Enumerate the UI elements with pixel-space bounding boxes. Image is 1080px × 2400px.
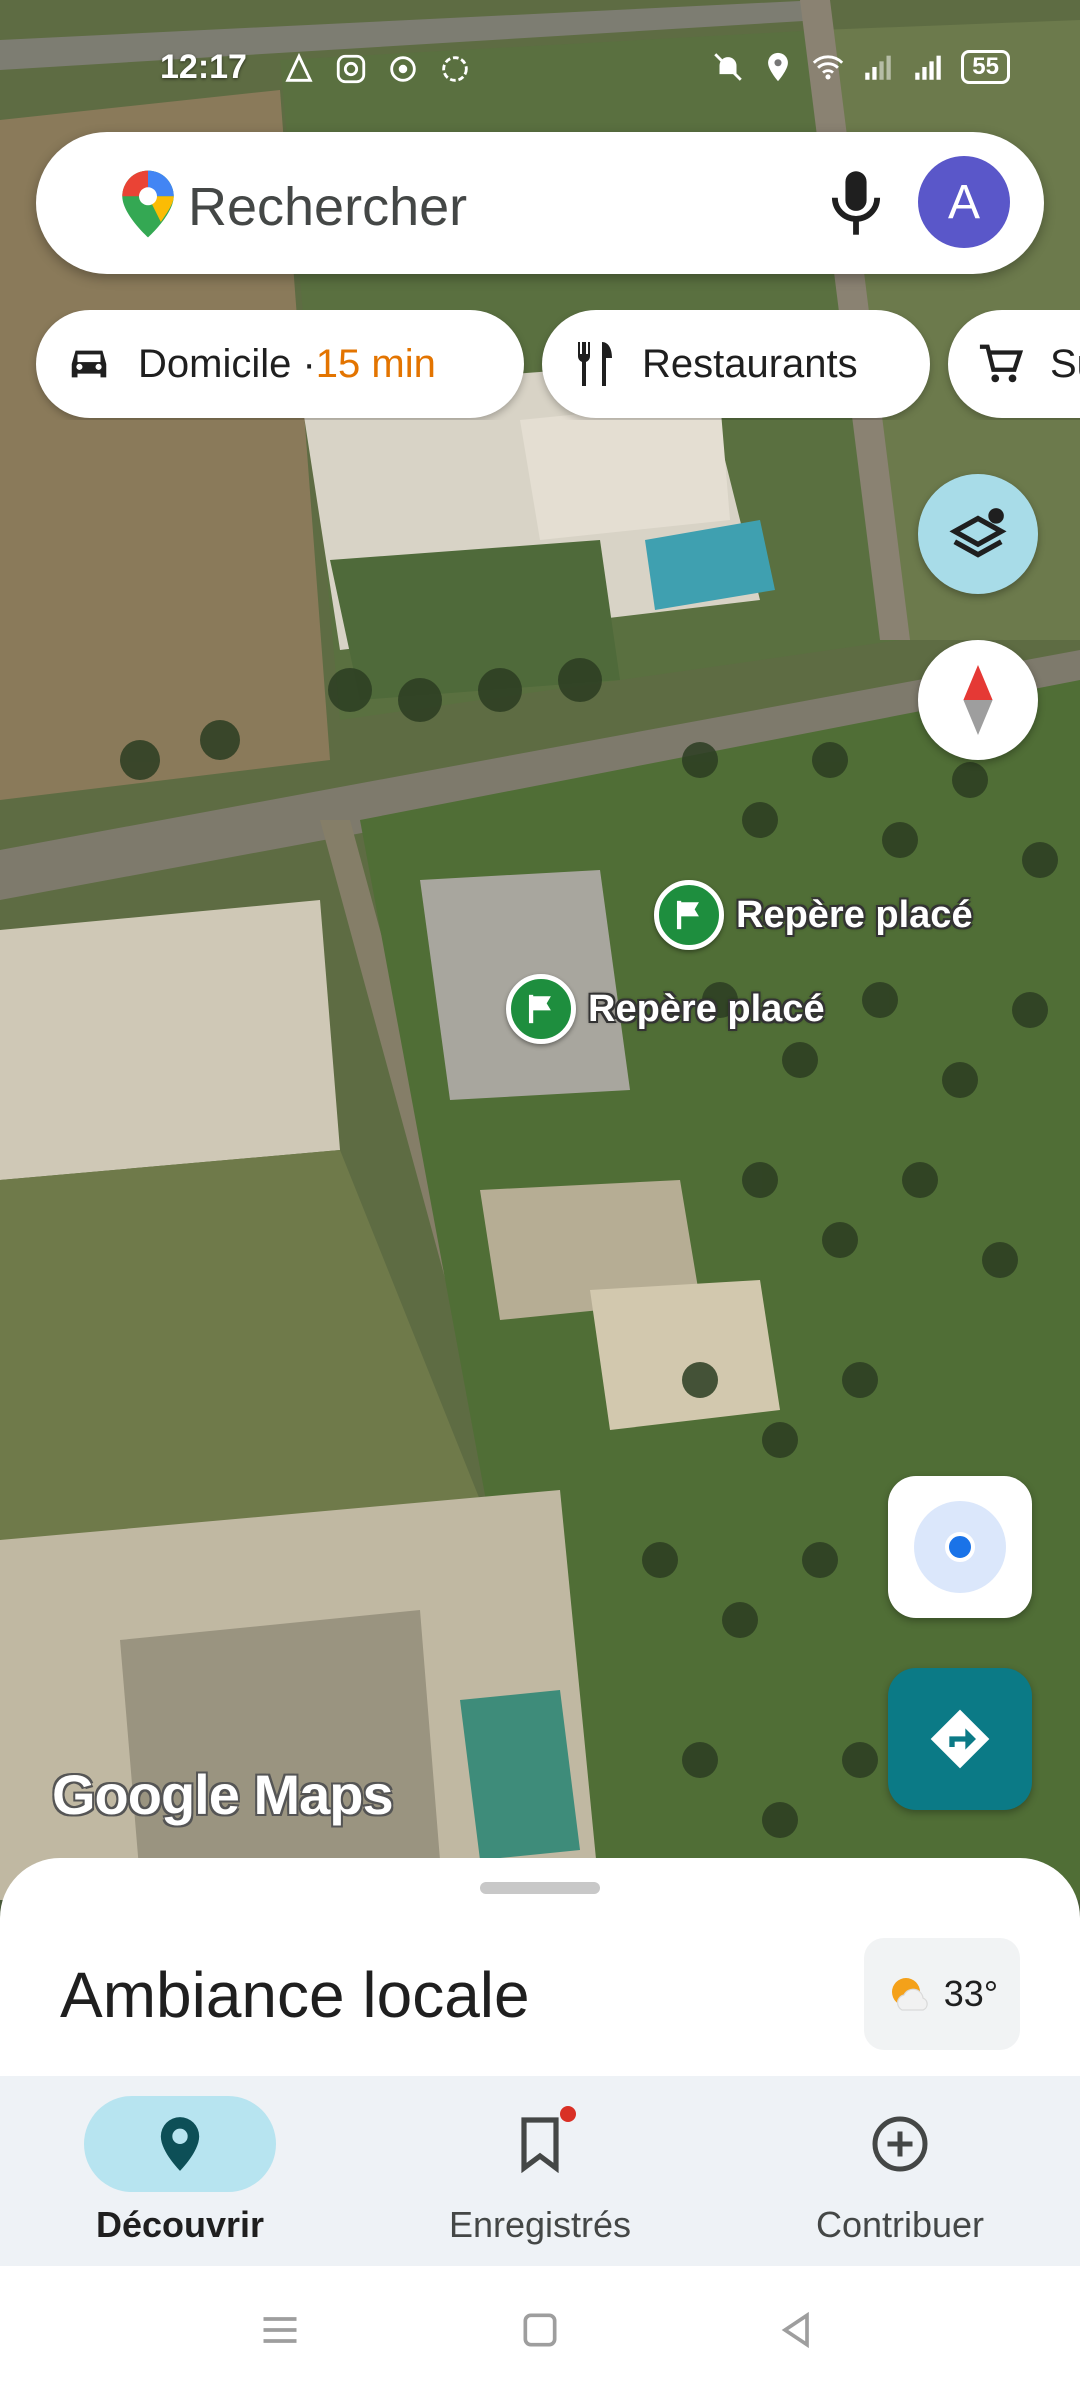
flag-icon [654, 880, 724, 950]
mute-bell-icon [714, 53, 743, 81]
search-bar[interactable]: Rechercher A [36, 132, 1044, 274]
nav-saved-pill [444, 2096, 636, 2192]
microphone-icon[interactable] [824, 166, 888, 240]
home-square-icon[interactable] [518, 2308, 562, 2352]
nav-explore[interactable]: Découvrir [0, 2086, 360, 2266]
explore-pin-icon [160, 2117, 200, 2171]
temperature: 33° [943, 1973, 999, 2014]
recents-menu-icon[interactable] [258, 2308, 302, 2352]
bottom-navigation: Découvrir Enregistrés Contribuer [0, 2076, 1080, 2266]
google-maps-watermark: Google Maps [52, 1763, 394, 1826]
marker-label: Repère placé [736, 893, 973, 936]
system-navigation-bar [0, 2266, 1080, 2400]
bookmark-icon [521, 2117, 559, 2173]
utensils-icon [572, 340, 616, 388]
add-circle-icon [872, 2116, 928, 2172]
quick-chips-row: Domicile · 15 min Restaurants Su [0, 310, 1080, 420]
location-status-icon [768, 52, 789, 82]
chip-home[interactable]: Domicile · 15 min [36, 310, 524, 418]
chip-shopping[interactable]: Su [948, 310, 1080, 418]
nav-contribute-pill [804, 2096, 996, 2192]
my-location-button[interactable] [888, 1476, 1032, 1618]
saved-marker[interactable]: Repère placé [506, 974, 825, 1044]
back-triangle-icon[interactable] [774, 2308, 818, 2352]
location-ring [914, 1501, 1006, 1593]
status-time: 12:17 [160, 48, 247, 86]
saved-marker[interactable]: Repère placé [654, 880, 973, 950]
chip-restaurants[interactable]: Restaurants [542, 310, 930, 418]
partly-cloudy-icon [891, 1978, 928, 2011]
car-icon [66, 344, 112, 384]
directions-icon [930, 1709, 990, 1769]
compass-button[interactable] [918, 640, 1038, 760]
status-bar: 12:17 55 [0, 40, 1080, 100]
nav-explore-pill [84, 2096, 276, 2192]
chatgpt-icon [442, 56, 468, 82]
sheet-drag-handle[interactable] [480, 1882, 600, 1894]
nav-contribute[interactable]: Contribuer [720, 2086, 1080, 2266]
chip-restaurants-label: Restaurants [642, 341, 858, 386]
chip-home-eta: 15 min [315, 341, 436, 386]
bottom-sheet[interactable]: Ambiance locale 33° [0, 1858, 1080, 2078]
weather-chip[interactable]: 33° [864, 1938, 1020, 2050]
layers-button[interactable] [918, 474, 1038, 594]
instagram-icon [336, 54, 366, 84]
location-dot-icon [945, 1532, 975, 1562]
chip-shopping-label: Su [1050, 341, 1080, 386]
search-input[interactable]: Rechercher [188, 176, 467, 238]
sheet-title: Ambiance locale [60, 1959, 530, 2031]
directions-button[interactable] [888, 1668, 1032, 1810]
wifi-icon [813, 55, 844, 80]
signal-icon-1 [865, 55, 892, 80]
notification-app-icon [285, 52, 313, 82]
notification-icons [282, 52, 472, 86]
account-avatar[interactable]: A [918, 156, 1010, 248]
cart-icon [978, 342, 1024, 386]
signal-icon-2 [915, 55, 942, 80]
nav-saved-label: Enregistrés [448, 2204, 632, 2245]
nav-contribute-label: Contribuer [815, 2204, 985, 2245]
google-maps-pin-icon [122, 170, 174, 238]
layers-icon [949, 508, 1007, 558]
system-status-icons: 55 [711, 50, 1010, 84]
nav-saved[interactable]: Enregistrés [360, 2086, 720, 2266]
battery-indicator: 55 [961, 50, 1010, 84]
settings-app-icon [390, 56, 416, 82]
marker-label: Repère placé [588, 987, 825, 1030]
nav-explore-label: Découvrir [95, 2204, 265, 2245]
compass-icon [963, 665, 993, 735]
chip-home-label: Domicile · [138, 341, 316, 386]
notification-dot [560, 2106, 576, 2122]
flag-icon [506, 974, 576, 1044]
